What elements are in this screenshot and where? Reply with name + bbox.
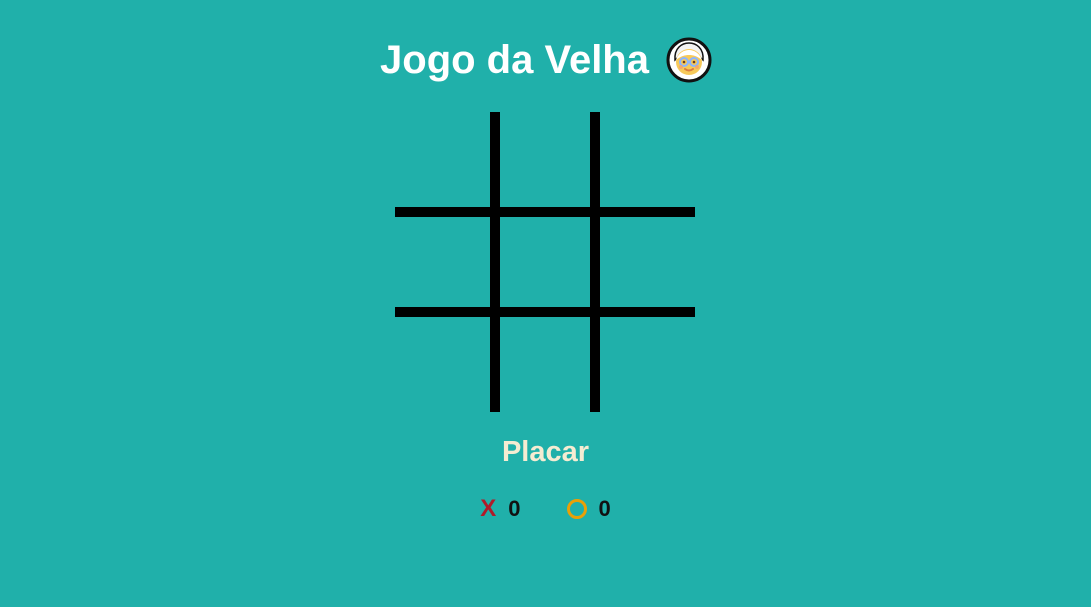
board-cell-9[interactable] [595, 312, 695, 412]
board-cell-1[interactable] [395, 112, 495, 212]
board-cell-2[interactable] [495, 112, 595, 212]
score-o-value: 0 [598, 496, 611, 521]
board-cell-3[interactable] [595, 112, 695, 212]
o-mark-icon [566, 499, 587, 519]
title-bar: Jogo da Velha [0, 30, 1091, 90]
grandma-icon [666, 37, 712, 83]
game-board [395, 112, 695, 412]
board-vertical-line-1 [490, 112, 500, 412]
score-o: 0 [566, 496, 611, 522]
scoreboard-title: Placar [501, 436, 590, 468]
board-cell-4[interactable] [395, 212, 495, 312]
score-x-value: 0 [508, 496, 521, 521]
x-mark-icon: X [480, 495, 497, 522]
board-horizontal-line-1 [395, 207, 695, 217]
scoreboard: X 0 0 [0, 496, 1091, 522]
board-cell-5[interactable] [495, 212, 595, 312]
board-cell-8[interactable] [495, 312, 595, 412]
page-title: Jogo da Velha [380, 38, 649, 82]
board-cell-7[interactable] [395, 312, 495, 412]
score-x: X 0 [480, 496, 520, 522]
board-horizontal-line-2 [395, 307, 695, 317]
board-vertical-line-2 [590, 112, 600, 412]
board-cell-6[interactable] [595, 212, 695, 312]
